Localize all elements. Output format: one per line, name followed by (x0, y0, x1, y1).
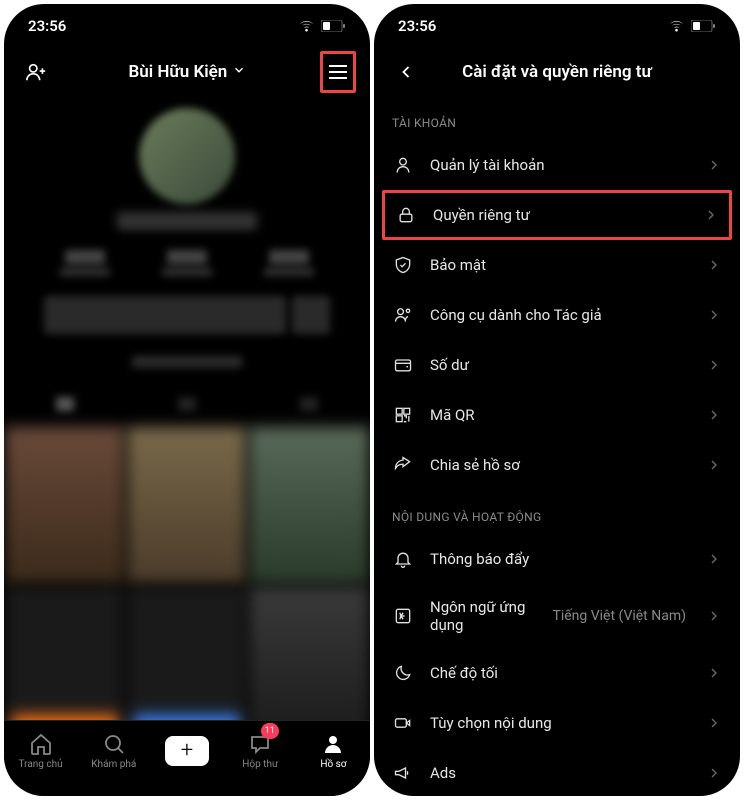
chevron-right-icon (706, 715, 722, 731)
bookmark-button[interactable] (292, 296, 330, 334)
profile-header: Bùi Hữu Kiện (4, 48, 370, 96)
battery-icon (691, 20, 716, 32)
chevron-down-icon (232, 63, 246, 77)
stat-followers[interactable] (162, 250, 212, 276)
nav-profile[interactable]: Hồ sơ (297, 721, 370, 780)
moon-icon (393, 663, 413, 683)
settings-language[interactable]: Ngôn ngữ ứng dụng Tiếng Việt (Việt Nam) (374, 584, 740, 648)
video-thumbnail[interactable] (126, 426, 248, 586)
language-value: Tiếng Việt (Việt Nam) (552, 608, 686, 624)
settings-title: Cài đặt và quyền riêng tư (374, 62, 740, 82)
hamburger-icon (328, 64, 348, 80)
settings-manage-account[interactable]: Quản lý tài khoản (374, 140, 740, 190)
settings-header: Cài đặt và quyền riêng tư (374, 48, 740, 96)
status-indicators (298, 20, 346, 32)
lock-icon (396, 205, 416, 225)
megaphone-icon (393, 763, 413, 783)
stats-row (4, 238, 370, 288)
tab-grid[interactable] (4, 382, 126, 425)
profile-icon (321, 732, 345, 756)
stat-following[interactable] (60, 250, 110, 276)
video-thumbnail[interactable] (4, 426, 126, 586)
content-tabs (4, 382, 370, 426)
status-time: 23:56 (398, 17, 436, 35)
chevron-right-icon (706, 157, 722, 173)
tab-liked[interactable] (126, 382, 248, 425)
nav-home[interactable]: Trang chủ (4, 721, 77, 780)
qr-icon (393, 405, 413, 425)
settings-qr[interactable]: Mã QR (374, 390, 740, 440)
creator-icon (393, 305, 413, 325)
username (117, 212, 257, 230)
inbox-badge: 11 (261, 723, 279, 739)
bell-icon (393, 549, 413, 569)
chevron-right-icon (703, 207, 719, 223)
settings-content-pref[interactable]: Tùy chọn nội dung (374, 698, 740, 748)
add-friend-button[interactable] (18, 61, 54, 83)
status-indicators (668, 20, 716, 32)
chevron-right-icon (706, 307, 722, 323)
nav-create[interactable]: + (150, 721, 223, 780)
profile-content-blurred (4, 108, 370, 796)
hamburger-menu-button[interactable] (320, 51, 356, 93)
wifi-icon (668, 20, 685, 32)
search-icon (102, 732, 126, 756)
status-bar: 23:56 (374, 4, 740, 48)
bottom-nav: Trang chủ Khám phá + 11 Hộp thư Hồ sơ (4, 720, 370, 796)
video-icon (393, 713, 413, 733)
settings-screen: 23:56 Cài đặt và quyền riêng tư TÀI KHOẢ… (374, 4, 740, 796)
chevron-right-icon (706, 407, 722, 423)
settings-security[interactable]: Bảo mật (374, 240, 740, 290)
chevron-right-icon (706, 457, 722, 473)
status-time: 23:56 (28, 17, 66, 35)
chevron-right-icon (706, 608, 722, 624)
settings-share[interactable]: Chia sẻ hồ sơ (374, 440, 740, 490)
settings-list[interactable]: TÀI KHOẢN Quản lý tài khoản Quyền riêng … (374, 96, 740, 796)
tab-private[interactable] (248, 382, 370, 425)
section-content-header: NỘI DUNG VÀ HOẠT ĐỘNG (374, 490, 740, 534)
settings-balance[interactable]: Số dư (374, 340, 740, 390)
person-icon (393, 155, 413, 175)
back-button[interactable] (388, 62, 424, 82)
chevron-right-icon (706, 257, 722, 273)
language-icon (393, 606, 413, 626)
nav-inbox[interactable]: 11 Hộp thư (224, 721, 297, 780)
create-button: + (165, 736, 209, 766)
home-icon (29, 732, 53, 756)
share-icon (393, 455, 413, 475)
profile-screen: 23:56 Bùi Hữu Kiện (4, 4, 370, 796)
battery-icon (321, 20, 346, 32)
chevron-right-icon (706, 765, 722, 781)
nav-discover[interactable]: Khám phá (77, 721, 150, 780)
chevron-left-icon (396, 62, 416, 82)
settings-push[interactable]: Thông báo đẩy (374, 534, 740, 584)
profile-buttons (4, 288, 370, 342)
avatar[interactable] (139, 108, 235, 204)
chevron-right-icon (706, 357, 722, 373)
settings-dark-mode[interactable]: Chế độ tối (374, 648, 740, 698)
settings-privacy[interactable]: Quyền riêng tư (382, 190, 732, 240)
video-thumbnail[interactable] (248, 426, 370, 586)
add-person-icon (25, 61, 47, 83)
edit-profile-button[interactable] (44, 296, 286, 334)
wifi-icon (298, 20, 315, 32)
plus-icon: + (181, 740, 193, 762)
stat-likes[interactable] (264, 250, 314, 276)
settings-ads[interactable]: Ads (374, 748, 740, 796)
wallet-icon (393, 355, 413, 375)
chevron-right-icon (706, 551, 722, 567)
bio-text (132, 356, 242, 368)
profile-name-dropdown[interactable]: Bùi Hữu Kiện (4, 62, 370, 82)
section-account-header: TÀI KHOẢN (374, 96, 740, 140)
settings-creator-tools[interactable]: Công cụ dành cho Tác giả (374, 290, 740, 340)
shield-icon (393, 255, 413, 275)
chevron-right-icon (706, 665, 722, 681)
status-bar: 23:56 (4, 4, 370, 48)
